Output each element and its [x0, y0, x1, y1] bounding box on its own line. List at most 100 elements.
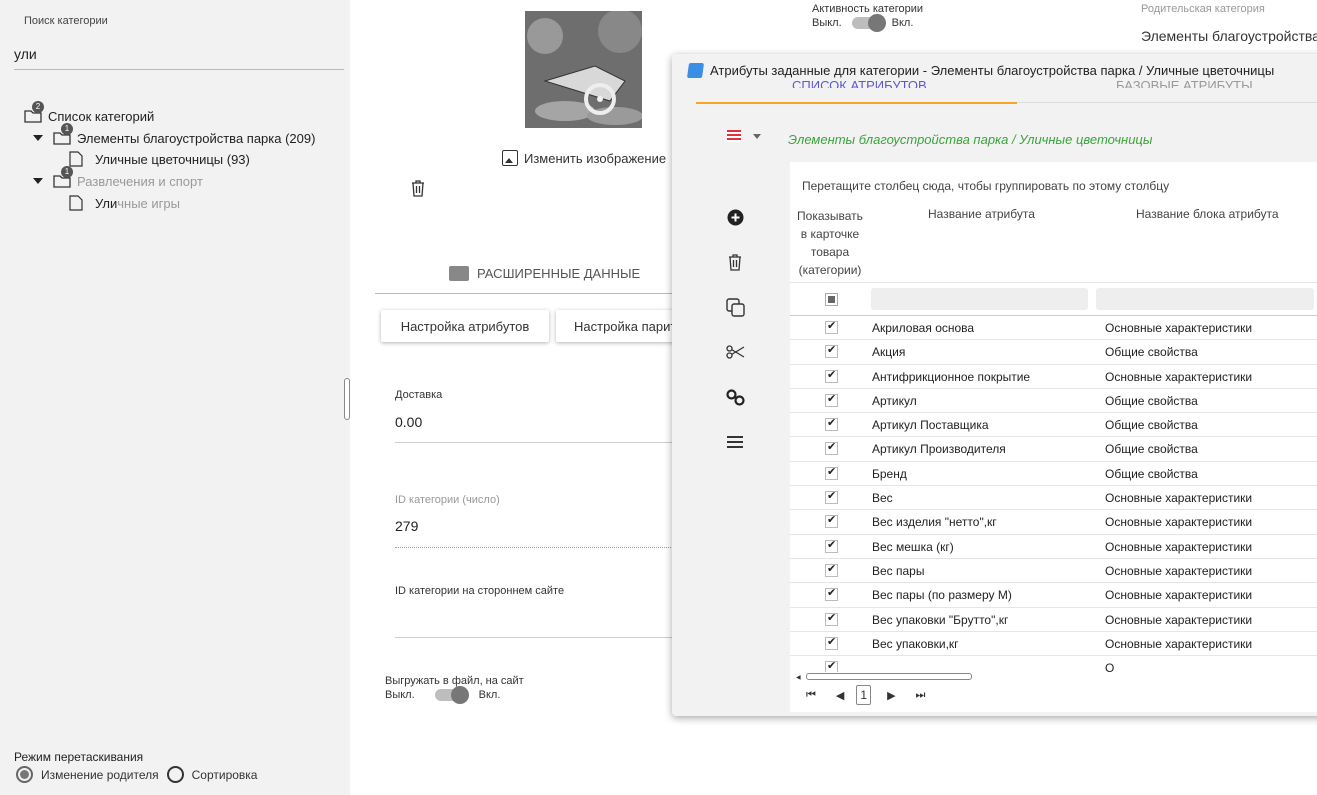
tab-attribute-list[interactable]: СПИСОК АТРИБУТОВ — [792, 78, 927, 88]
show-in-card-checkbox[interactable] — [825, 392, 838, 407]
extended-data-tab[interactable]: РАСШИРЕННЫЕ ДАННЫЕ — [449, 266, 640, 281]
attribute-block-cell: Основные характеристики — [1105, 515, 1253, 530]
column-header-block[interactable]: Название блока атрибута — [1136, 207, 1279, 221]
table-row[interactable]: Вес изделия "нетто",кг Основные характери… — [790, 510, 1317, 535]
divider — [395, 547, 685, 548]
column-header-name[interactable]: Название атрибута — [928, 207, 1035, 221]
scrollbar-thumb[interactable] — [806, 673, 972, 680]
menu-button[interactable] — [724, 431, 746, 453]
tree-item[interactable]: 1 Развлечения и спорт — [33, 166, 203, 191]
cut-button[interactable] — [724, 341, 746, 363]
panel-splitter-handle[interactable] — [344, 378, 350, 420]
change-image-button[interactable]: Изменить изображение — [502, 150, 666, 166]
table-row[interactable]: Вес Основные характеристики — [790, 486, 1317, 511]
attribute-name-cell: Вес пары — [872, 563, 925, 578]
plus-circle-icon — [727, 209, 743, 225]
delete-image-button[interactable] — [410, 179, 426, 200]
show-in-card-checkbox[interactable] — [825, 659, 838, 672]
show-in-card-checkbox[interactable] — [825, 538, 838, 553]
table-row[interactable]: Антифрикционное покрытие Основные характе… — [790, 365, 1317, 389]
radio-change-parent[interactable] — [16, 766, 33, 783]
tree-root[interactable]: 2 Список категорий — [24, 101, 154, 126]
prev-page-icon[interactable]: ◀ — [836, 689, 844, 702]
category-id-label: ID категории (число) — [395, 494, 500, 506]
attribute-name-cell: Бренд — [872, 466, 907, 481]
current-page[interactable]: 1 — [856, 685, 872, 705]
active-tab-underline — [696, 102, 1017, 104]
table-row[interactable]: Акция Общие свойства — [790, 340, 1317, 365]
show-in-card-checkbox[interactable] — [825, 465, 838, 480]
param-settings-button[interactable]: Настройка парит — [556, 310, 686, 342]
delivery-field[interactable]: 0.00 — [395, 414, 422, 430]
export-toggle[interactable] — [434, 686, 469, 705]
next-page-icon[interactable]: ▶ — [887, 689, 895, 702]
group-by-drop-zone[interactable]: Перетащите столбец сюда, чтобы группиров… — [802, 179, 1169, 193]
horizontal-scrollbar[interactable]: ◀ — [796, 672, 1317, 682]
radio-label: Сортировка — [191, 767, 258, 782]
category-panel: Поиск категории 2 Список категорий 1 Эле… — [0, 0, 350, 795]
table-row[interactable]: Вес пары (по размеру М) Основные характер… — [790, 583, 1317, 608]
copy-button[interactable] — [724, 296, 746, 318]
category-id-field[interactable]: 279 — [395, 518, 418, 534]
table-row[interactable]: О — [790, 656, 1317, 672]
add-button[interactable] — [724, 206, 746, 228]
show-in-card-checkbox[interactable] — [825, 513, 838, 529]
last-page-icon[interactable]: ⏭ — [916, 689, 926, 702]
name-filter-input[interactable] — [871, 288, 1088, 310]
show-in-card-checkbox[interactable] — [825, 562, 838, 577]
search-label: Поиск категории — [24, 15, 108, 27]
show-in-card-checkbox[interactable] — [825, 489, 838, 505]
attribute-block-cell: О — [1105, 661, 1115, 672]
caret-down-icon[interactable] — [33, 178, 43, 184]
attribute-name-cell: Вес мешка (кг) — [872, 539, 954, 554]
tree-item[interactable]: 1 Элементы благоустройства парка (209) — [33, 123, 316, 148]
attribute-block-cell: Основные характеристики — [1105, 491, 1253, 506]
attribute-settings-button[interactable]: Настройка атрибутов — [381, 310, 549, 342]
show-in-card-checkbox[interactable] — [825, 368, 838, 383]
caret-down-icon[interactable] — [33, 135, 43, 141]
show-in-card-checkbox[interactable] — [825, 319, 838, 334]
show-in-card-checkbox[interactable] — [825, 440, 838, 456]
show-in-card-checkbox[interactable] — [825, 635, 838, 650]
table-row[interactable]: Акриловая основа Основные характеристики — [790, 316, 1317, 341]
table-row[interactable]: Вес упаковки "Брутто",кг Основные характе… — [790, 608, 1317, 632]
table-row[interactable]: Артикул Производителя Общие свойства — [790, 437, 1317, 462]
attributes-modal: Атрибуты заданные для категории - Элемен… — [672, 54, 1317, 716]
table-row[interactable]: Артикул Общие свойства — [790, 389, 1317, 414]
attribute-name-cell: Артикул Поставщика — [872, 418, 989, 433]
toggle-on-label: Вкл. — [478, 689, 501, 701]
column-header-show[interactable]: Показывать в карточке товара (категории) — [794, 207, 866, 279]
attribute-block-cell: Общие свойства — [1105, 345, 1198, 360]
active-toggle-label: Активность категории — [812, 3, 924, 15]
search-input[interactable] — [14, 38, 344, 70]
file-icon — [69, 151, 83, 167]
attribute-name-cell: Акция — [872, 345, 906, 360]
tab-base-attributes[interactable]: БАЗОВЫЕ АТРИБУТЫ — [1116, 78, 1253, 88]
show-in-card-checkbox[interactable] — [825, 343, 838, 359]
table-row[interactable]: Вес мешка (кг) Основные характеристики — [790, 535, 1317, 559]
attribute-block-cell: Общие свойства — [1105, 466, 1198, 481]
select-all-checkbox[interactable] — [825, 293, 838, 306]
table-row[interactable]: Вес пары Основные характеристики — [790, 559, 1317, 584]
active-toggle[interactable] — [851, 14, 886, 33]
table-row[interactable]: Артикул Поставщика Общие свойства — [790, 413, 1317, 438]
radio-sorting[interactable] — [166, 766, 184, 783]
show-in-card-checkbox[interactable] — [825, 586, 838, 602]
show-in-card-checkbox[interactable] — [825, 416, 838, 432]
scroll-left-icon[interactable]: ◀ — [796, 674, 801, 681]
table-row[interactable]: Вес упаковки,кг Основные характеристики — [790, 632, 1317, 657]
modal-title-bar[interactable]: Атрибуты заданные для категории - Элемен… — [686, 63, 1274, 78]
block-filter-input[interactable] — [1096, 288, 1314, 310]
delete-button[interactable] — [724, 251, 746, 273]
tree-item[interactable]: Ули чные игры — [69, 193, 180, 213]
tree-item[interactable]: Уличные цветочницы (93) — [69, 149, 250, 169]
tree-item-label: Элементы благоустройства парка (209) — [77, 130, 316, 146]
parent-value[interactable]: Элементы благоустройства — [1141, 28, 1317, 44]
link-button[interactable] — [724, 386, 746, 408]
first-page-icon[interactable]: ⏮ — [806, 689, 816, 702]
attribute-block-cell: Основные характеристики — [1105, 612, 1253, 627]
show-in-card-checkbox[interactable] — [825, 611, 838, 626]
category-image — [525, 11, 642, 128]
color-picker[interactable] — [727, 130, 761, 142]
table-row[interactable]: Бренд Общие свойства — [790, 462, 1317, 487]
